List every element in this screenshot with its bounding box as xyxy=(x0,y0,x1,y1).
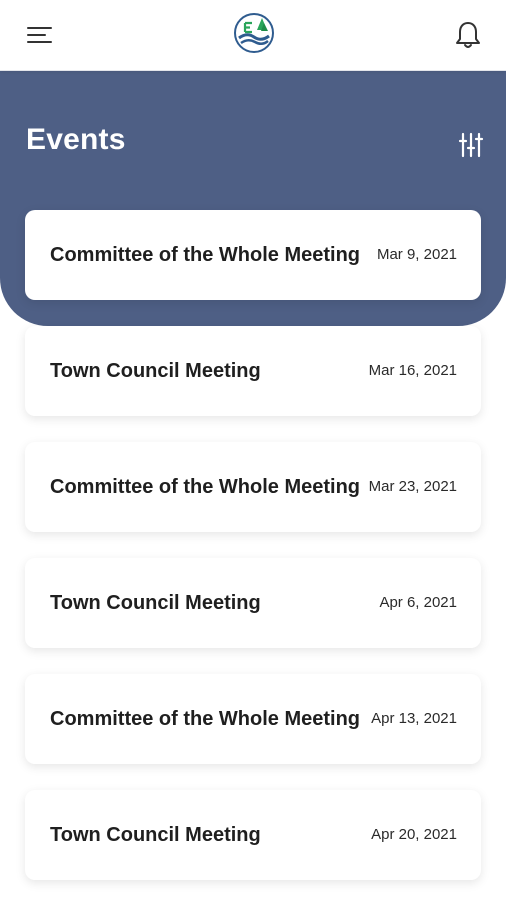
top-app-bar xyxy=(0,0,506,71)
event-date: Mar 23, 2021 xyxy=(368,478,457,495)
event-title: Committee of the Whole Meeting xyxy=(50,244,360,266)
page-title: Events xyxy=(26,123,126,156)
notifications-button[interactable] xyxy=(450,18,486,52)
event-card[interactable]: Committee of the Whole Meeting Mar 23, 2… xyxy=(25,442,481,532)
event-date: Apr 6, 2021 xyxy=(379,594,457,611)
event-date: Mar 16, 2021 xyxy=(368,362,457,379)
event-title: Town Council Meeting xyxy=(50,824,261,846)
town-logo-icon[interactable] xyxy=(233,12,275,54)
event-title: Town Council Meeting xyxy=(50,592,261,614)
event-card[interactable]: Town Council Meeting Apr 6, 2021 xyxy=(25,558,481,648)
event-title: Committee of the Whole Meeting xyxy=(50,708,360,730)
event-title: Town Council Meeting xyxy=(50,360,261,382)
event-card[interactable]: Committee of the Whole Meeting Apr 13, 2… xyxy=(25,674,481,764)
event-card[interactable]: Town Council Meeting Apr 20, 2021 xyxy=(25,790,481,880)
event-date: Apr 20, 2021 xyxy=(371,826,457,843)
filter-button[interactable] xyxy=(454,128,488,162)
menu-button[interactable] xyxy=(22,20,58,50)
sliders-filter-icon xyxy=(458,132,484,158)
hamburger-menu-icon xyxy=(27,27,52,43)
event-date: Apr 13, 2021 xyxy=(371,710,457,727)
event-title: Committee of the Whole Meeting xyxy=(50,476,360,498)
bell-icon xyxy=(456,22,480,48)
event-card[interactable]: Committee of the Whole Meeting Mar 9, 20… xyxy=(25,210,481,300)
event-card[interactable]: Town Council Meeting Mar 16, 2021 xyxy=(25,326,481,416)
event-date: Mar 9, 2021 xyxy=(376,246,457,263)
